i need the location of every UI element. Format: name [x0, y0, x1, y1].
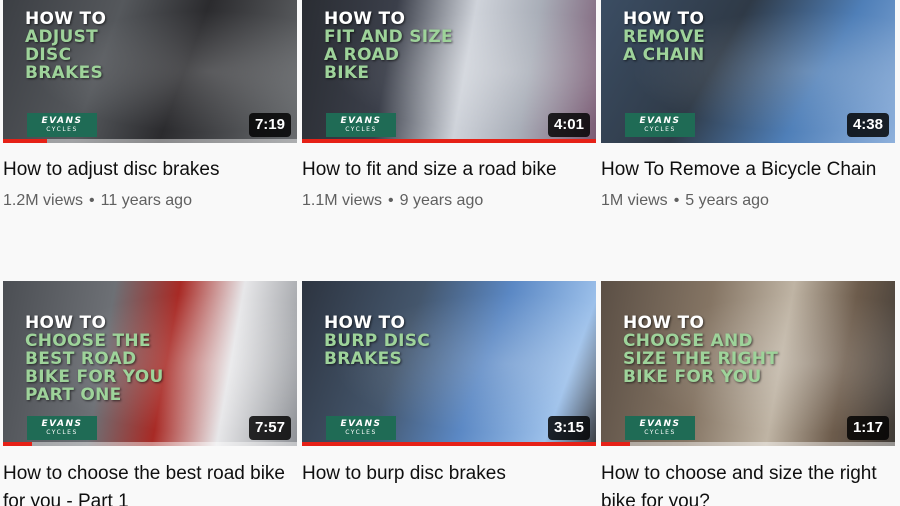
brand-logo: EVANS CYCLES	[27, 416, 97, 440]
overlay-line: bike for you	[623, 367, 762, 387]
overlay-line: Disc	[25, 45, 72, 65]
overlay-line: How to	[324, 9, 406, 29]
brand-logo: EVANS CYCLES	[625, 113, 695, 137]
view-count: 1.1M views	[302, 192, 383, 209]
overlay-line: How to	[25, 313, 107, 333]
watch-progress-fill	[3, 139, 48, 143]
overlay-line: a chain	[623, 45, 705, 65]
brand-logo: EVANS CYCLES	[326, 416, 396, 440]
watch-progress-fill	[302, 139, 596, 143]
video-title[interactable]: How to burp disc brakes	[302, 460, 596, 488]
separator-dot: •	[673, 192, 680, 209]
watch-progress-fill	[601, 442, 631, 446]
thumbnail-overlay-text: How to Burp disc brakes	[324, 314, 430, 368]
watch-progress-bar	[302, 442, 596, 446]
overlay-line: Adjust	[25, 27, 99, 47]
upload-age: 5 years ago	[685, 192, 769, 209]
overlay-line: Remove	[623, 27, 706, 47]
overlay-line: How to	[324, 313, 406, 333]
video-card[interactable]: How to Choose and size the right bike fo…	[601, 281, 895, 506]
video-metadata: 1M views • 5 years ago	[601, 190, 895, 212]
video-thumbnail[interactable]: How to Choose the best road bike for you…	[3, 281, 297, 446]
watch-progress-bar	[3, 442, 297, 446]
video-metadata: 1.2M views • 11 years ago	[3, 190, 297, 212]
video-thumbnail[interactable]: How to Fit and size a road bike EVANS CY…	[302, 0, 596, 143]
duration-badge: 7:57	[248, 416, 291, 440]
video-card[interactable]: How to Choose the best road bike for you…	[3, 281, 297, 506]
video-title[interactable]: How to choose the best road bike for you…	[3, 460, 297, 506]
overlay-line: Fit and size	[324, 27, 453, 47]
separator-dot: •	[89, 192, 95, 209]
brand-logo: EVANS CYCLES	[625, 416, 695, 440]
watch-progress-fill	[302, 442, 596, 446]
brand-logo: EVANS CYCLES	[27, 113, 97, 137]
video-title[interactable]: How To Remove a Bicycle Chain	[601, 156, 895, 184]
thumbnail-overlay-text: How to Fit and size a road bike	[324, 10, 453, 82]
duration-badge: 1:17	[846, 416, 889, 440]
overlay-line: a road	[324, 45, 400, 65]
view-count: 1.2M views	[3, 192, 84, 209]
duration-badge: 4:38	[846, 113, 889, 137]
thumbnail-overlay-text: How to Remove a chain	[623, 10, 705, 64]
overlay-line: bike for you	[25, 367, 164, 387]
view-count: 1M views	[601, 192, 668, 209]
overlay-line: size the right	[623, 349, 779, 369]
video-card[interactable]: How to Burp disc brakes EVANS CYCLES 3:1…	[302, 281, 596, 488]
overlay-line: Brakes	[25, 63, 104, 83]
duration-badge: 7:19	[248, 113, 291, 137]
overlay-line: How to	[623, 9, 705, 29]
upload-age: 11 years ago	[100, 192, 192, 209]
duration-badge: 4:01	[547, 113, 590, 137]
video-title[interactable]: How to choose and size the right bike fo…	[601, 460, 895, 506]
overlay-line: How to	[623, 313, 705, 333]
thumbnail-overlay-text: How to Adjust Disc Brakes	[25, 10, 106, 82]
video-card[interactable]: How to Adjust Disc Brakes EVANS CYCLES 7…	[3, 0, 297, 212]
thumbnail-overlay-text: How to Choose and size the right bike fo…	[623, 314, 778, 386]
overlay-line: How to	[25, 9, 107, 29]
video-title[interactable]: How to adjust disc brakes	[3, 156, 297, 184]
overlay-line: best road	[25, 349, 137, 369]
brand-logo: EVANS CYCLES	[326, 113, 396, 137]
separator-dot: •	[388, 192, 394, 209]
overlay-line: Part one	[25, 385, 122, 405]
watch-progress-fill	[3, 442, 33, 446]
overlay-line: Choose the	[25, 331, 151, 351]
overlay-line: bike	[324, 63, 370, 83]
video-thumbnail[interactable]: How to Burp disc brakes EVANS CYCLES 3:1…	[302, 281, 596, 446]
video-title[interactable]: How to fit and size a road bike	[302, 156, 596, 184]
watch-progress-bar	[302, 139, 596, 143]
upload-age: 9 years ago	[399, 192, 484, 209]
overlay-line: brakes	[324, 349, 403, 369]
overlay-line: Choose and	[623, 331, 753, 351]
video-card[interactable]: How to Remove a chain EVANS CYCLES 4:38 …	[601, 0, 895, 212]
thumbnail-overlay-text: How to Choose the best road bike for you…	[25, 314, 164, 404]
video-thumbnail[interactable]: How to Remove a chain EVANS CYCLES 4:38	[601, 0, 895, 143]
video-thumbnail[interactable]: How to Choose and size the right bike fo…	[601, 281, 895, 446]
watch-progress-bar	[3, 139, 297, 143]
video-thumbnail[interactable]: How to Adjust Disc Brakes EVANS CYCLES 7…	[3, 0, 297, 143]
overlay-line: Burp disc	[324, 331, 431, 351]
video-grid: How to Adjust Disc Brakes EVANS CYCLES 7…	[0, 0, 900, 506]
watch-progress-bar	[601, 442, 895, 446]
duration-badge: 3:15	[547, 416, 590, 440]
video-card[interactable]: How to Fit and size a road bike EVANS CY…	[302, 0, 596, 212]
video-metadata: 1.1M views • 9 years ago	[302, 190, 596, 212]
